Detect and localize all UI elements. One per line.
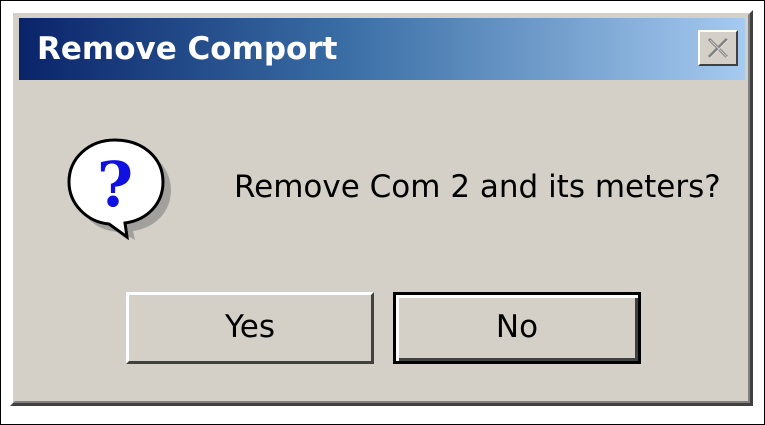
title-bar[interactable]: Remove Comport	[19, 18, 745, 80]
close-icon	[707, 37, 729, 59]
screenshot-frame: Remove Comport ? Remove Com 2 and its me…	[0, 0, 765, 425]
no-button[interactable]: No	[393, 292, 641, 364]
message-dialog: Remove Comport ? Remove Com 2 and its me…	[10, 10, 753, 406]
yes-button[interactable]: Yes	[126, 292, 374, 364]
dialog-title: Remove Comport	[37, 31, 338, 67]
dialog-message: Remove Com 2 and its meters?	[234, 169, 721, 205]
question-icon: ?	[63, 134, 173, 244]
svg-text:?: ?	[97, 148, 133, 221]
close-button[interactable]	[698, 30, 738, 66]
